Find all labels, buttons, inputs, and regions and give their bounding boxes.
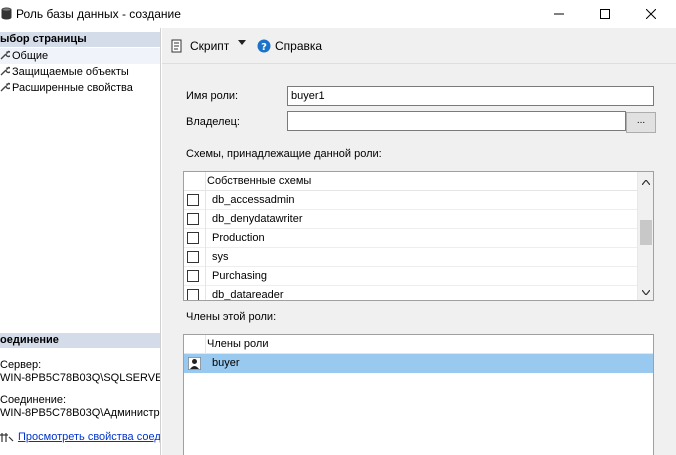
script-button[interactable]: Скрипт — [170, 38, 229, 54]
select-page-header: ыбор страницы — [0, 32, 160, 47]
view-connection-properties-link[interactable]: Просмотреть свойства соед — [18, 431, 160, 443]
schema-name: db_denydatawriter — [212, 213, 303, 225]
user-icon — [188, 357, 201, 370]
role-members-column-header: Члены роли — [207, 338, 269, 350]
chevron-down-icon[interactable] — [238, 40, 246, 46]
schema-checkbox[interactable] — [187, 213, 199, 225]
schema-checkbox[interactable] — [187, 289, 199, 300]
page-extended-properties[interactable]: Расширенные свойства — [0, 80, 133, 96]
minimize-icon — [554, 13, 564, 15]
wrench-icon — [0, 82, 10, 92]
svg-text:?: ? — [261, 42, 267, 53]
owner-label: Владелец: — [186, 116, 240, 128]
schema-row[interactable]: db_datareader — [184, 286, 638, 301]
schemas-grid-header: Собственные схемы — [184, 172, 638, 191]
owned-schemas-column-header: Собственные схемы — [207, 175, 312, 187]
minimize-button[interactable] — [536, 0, 582, 28]
members-grid: Члены роли buyer — [183, 334, 654, 455]
member-name: buyer — [212, 357, 240, 369]
check-column-header — [184, 172, 206, 191]
database-icon — [1, 7, 12, 20]
connection-properties-icon — [0, 433, 14, 442]
connection-value: WIN-8PB5C78B03Q\Администра — [0, 407, 161, 419]
scroll-thumb[interactable] — [640, 220, 652, 245]
schemas-scrollbar[interactable] — [637, 172, 653, 300]
close-button[interactable] — [628, 0, 674, 28]
page-securables-label: Защищаемые объекты — [12, 66, 129, 78]
members-grid-header: Члены роли — [184, 335, 653, 354]
page-general-label: Общие — [12, 50, 49, 62]
schema-name: sys — [212, 251, 229, 263]
scroll-up-icon[interactable] — [638, 174, 653, 190]
script-label: Скрипт — [190, 39, 230, 53]
script-icon — [171, 39, 182, 53]
page-securables[interactable]: Защищаемые объекты — [0, 64, 129, 80]
owner-browse-button[interactable]: ... — [626, 112, 656, 133]
server-label: Сервер: — [0, 359, 42, 371]
scroll-down-icon[interactable] — [638, 284, 653, 300]
schema-row[interactable]: sys — [184, 248, 638, 267]
schema-checkbox[interactable] — [187, 270, 199, 282]
title-bar: Роль базы данных - создание — [0, 0, 676, 28]
role-name-label: Имя роли: — [186, 90, 239, 102]
help-label: Справка — [275, 39, 323, 53]
schemas-grid: Собственные схемы db_accessadmin db_deny… — [183, 171, 654, 301]
help-button[interactable]: ? Справка — [257, 38, 322, 54]
toolbar: Скрипт ? Справка — [162, 28, 676, 64]
general-page: Скрипт ? Справка Имя роли: Владелец: ...… — [162, 28, 676, 455]
schema-row[interactable]: Production — [184, 229, 638, 248]
page-general[interactable]: Общие — [0, 48, 160, 64]
wrench-icon — [0, 50, 10, 60]
schema-row[interactable]: db_denydatawriter — [184, 210, 638, 229]
schema-name: Purchasing — [212, 270, 268, 282]
icon-column-header — [184, 335, 206, 354]
window-title: Роль базы данных - создание — [16, 7, 181, 21]
schema-checkbox[interactable] — [187, 251, 199, 263]
role-name-input[interactable] — [287, 86, 654, 106]
schema-name: Production — [212, 232, 265, 244]
server-value: WIN-8PB5C78B03Q\SQLSERVER — [0, 372, 161, 384]
maximize-icon — [600, 9, 610, 19]
schemas-label: Схемы, принадлежащие данной роли: — [186, 148, 382, 160]
schema-checkbox[interactable] — [187, 232, 199, 244]
members-label: Члены этой роли: — [186, 311, 277, 323]
owner-input[interactable] — [287, 111, 626, 131]
schema-name: db_datareader — [212, 289, 284, 301]
schema-checkbox[interactable] — [187, 194, 199, 206]
schema-row[interactable]: db_accessadmin — [184, 191, 638, 210]
schema-name: db_accessadmin — [212, 194, 295, 206]
connection-header: оединение — [0, 333, 160, 348]
select-page-panel: ыбор страницы Общие Защищаемые объекты Р… — [0, 28, 161, 455]
page-extended-properties-label: Расширенные свойства — [12, 82, 133, 94]
member-row[interactable]: buyer — [184, 354, 653, 373]
close-icon — [646, 9, 656, 19]
help-icon: ? — [257, 39, 271, 53]
connection-label: Соединение: — [0, 394, 67, 406]
wrench-icon — [0, 66, 10, 76]
view-connection-properties[interactable]: Просмотреть свойства соед — [0, 431, 160, 443]
maximize-button[interactable] — [582, 0, 628, 28]
schema-row[interactable]: Purchasing — [184, 267, 638, 286]
